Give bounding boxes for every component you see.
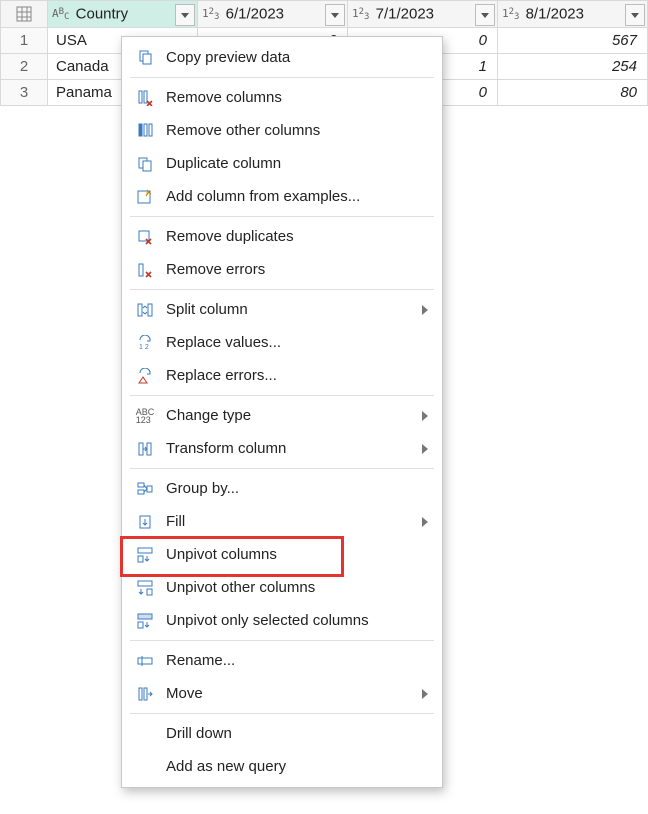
header-row: ABC Country 123 6/1/2023 123 7/1/2023 12… [1, 1, 648, 28]
menu-rename[interactable]: Rename... [122, 644, 442, 677]
column-header-date2[interactable]: 123 7/1/2023 [347, 1, 497, 28]
menu-unpivot-columns[interactable]: Unpivot columns [122, 538, 442, 571]
row-number: 3 [1, 79, 48, 105]
menu-duplicate-column[interactable]: Duplicate column [122, 147, 442, 180]
replace-values-icon: 1 2 [134, 335, 156, 351]
cell-value[interactable]: 567 [497, 27, 647, 53]
transform-icon [134, 441, 156, 457]
column-name: 7/1/2023 [376, 6, 434, 23]
select-all-corner[interactable] [1, 1, 48, 28]
menu-copy-preview[interactable]: Copy preview data [122, 41, 442, 74]
filter-dropdown[interactable] [475, 4, 495, 26]
unpivot-selected-icon [134, 613, 156, 629]
row-number: 2 [1, 53, 48, 79]
column-header-date1[interactable]: 123 6/1/2023 [197, 1, 347, 28]
unpivot-other-icon [134, 580, 156, 596]
table-icon [16, 6, 32, 22]
split-icon [134, 302, 156, 318]
menu-fill[interactable]: Fill [122, 505, 442, 538]
fill-icon [134, 514, 156, 530]
menu-remove-columns[interactable]: Remove columns [122, 81, 442, 114]
type-number-icon: 123 [502, 7, 519, 22]
rename-icon [134, 653, 156, 669]
type-text-icon: ABC [52, 7, 69, 22]
menu-replace-errors[interactable]: Replace errors... [122, 359, 442, 392]
menu-separator [130, 216, 434, 217]
menu-separator [130, 468, 434, 469]
filter-dropdown[interactable] [625, 4, 645, 26]
menu-remove-errors[interactable]: Remove errors [122, 253, 442, 286]
menu-unpivot-other[interactable]: Unpivot other columns [122, 571, 442, 604]
svg-text:1 2: 1 2 [139, 344, 149, 351]
remove-other-columns-icon [134, 123, 156, 139]
menu-separator [130, 289, 434, 290]
menu-add-from-examples[interactable]: Add column from examples... [122, 180, 442, 213]
column-header-country[interactable]: ABC Country [48, 1, 198, 28]
column-header-date3[interactable]: 123 8/1/2023 [497, 1, 647, 28]
examples-icon [134, 189, 156, 205]
move-icon [134, 686, 156, 702]
change-type-icon: ABC123 [134, 408, 156, 424]
duplicate-icon [134, 156, 156, 172]
menu-separator [130, 640, 434, 641]
menu-separator [130, 395, 434, 396]
column-name: 6/1/2023 [226, 6, 284, 23]
row-number: 1 [1, 27, 48, 53]
menu-remove-other-columns[interactable]: Remove other columns [122, 114, 442, 147]
menu-split-column[interactable]: Split column [122, 293, 442, 326]
column-name: Country [76, 6, 129, 23]
menu-remove-duplicates[interactable]: Remove duplicates [122, 220, 442, 253]
filter-dropdown[interactable] [175, 4, 195, 26]
type-number-icon: 123 [352, 7, 369, 22]
remove-errors-icon [134, 262, 156, 278]
unpivot-icon [134, 547, 156, 563]
menu-add-new-query[interactable]: Add as new query [122, 750, 442, 783]
replace-errors-icon [134, 368, 156, 384]
remove-duplicates-icon [134, 229, 156, 245]
type-number-icon: 123 [202, 7, 219, 22]
menu-group-by[interactable]: Group by... [122, 472, 442, 505]
column-name: 8/1/2023 [526, 6, 584, 23]
menu-replace-values[interactable]: 1 2 Replace values... [122, 326, 442, 359]
menu-drill-down[interactable]: Drill down [122, 717, 442, 750]
group-by-icon [134, 481, 156, 497]
menu-change-type[interactable]: ABC123 Change type [122, 399, 442, 432]
cell-value[interactable]: 80 [497, 79, 647, 105]
menu-transform-column[interactable]: Transform column [122, 432, 442, 465]
menu-unpivot-selected[interactable]: Unpivot only selected columns [122, 604, 442, 637]
column-context-menu: Copy preview data Remove columns Remove … [121, 36, 443, 788]
remove-columns-icon [134, 90, 156, 106]
menu-separator [130, 77, 434, 78]
menu-separator [130, 713, 434, 714]
menu-move[interactable]: Move [122, 677, 442, 710]
cell-value[interactable]: 254 [497, 53, 647, 79]
copy-icon [134, 50, 156, 66]
filter-dropdown[interactable] [325, 4, 345, 26]
